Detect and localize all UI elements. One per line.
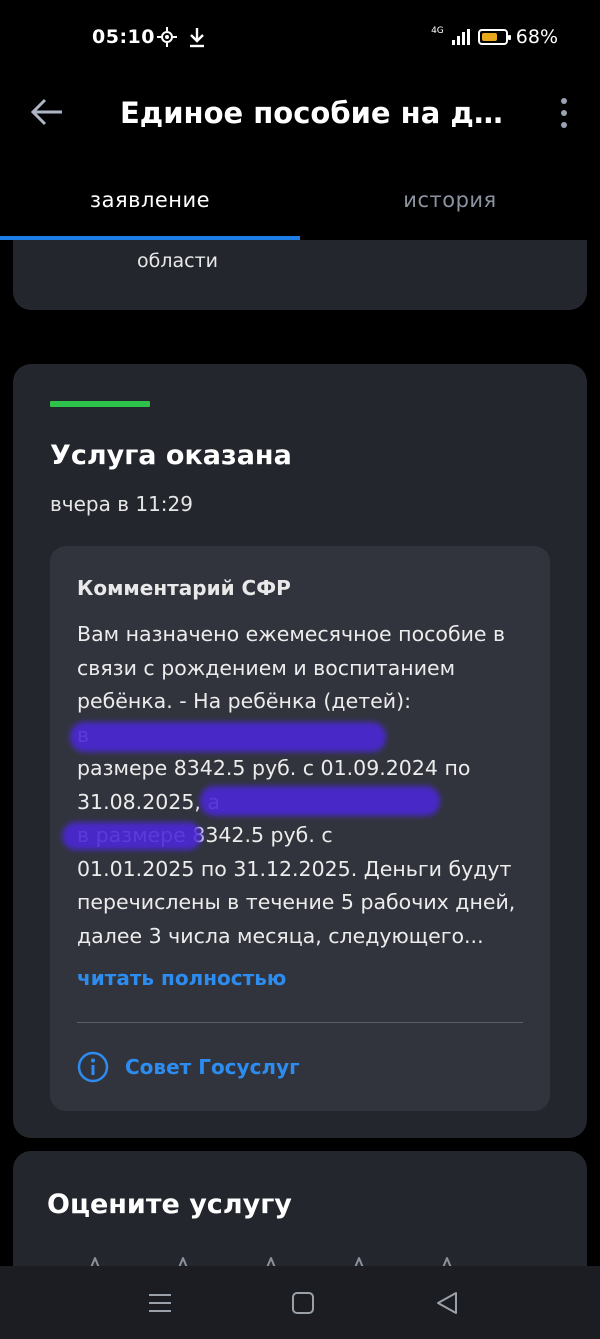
tab-bar: заявление история: [0, 170, 600, 240]
home-icon[interactable]: [290, 1290, 316, 1316]
battery-icon: [477, 29, 511, 45]
service-status: Услуга оказана: [50, 440, 292, 471]
status-time: 05:10: [92, 26, 155, 48]
more-options-button[interactable]: [552, 98, 576, 128]
status-bar: 05:10 4G 68%: [0, 0, 600, 78]
comment-title: Комментарий СФР: [77, 576, 291, 600]
network-type: 4G: [431, 25, 444, 36]
rating-title: Оцените услугу: [47, 1189, 292, 1220]
divider: [77, 1022, 523, 1023]
address-text: области: [137, 250, 218, 272]
settings-icon: [156, 26, 178, 53]
read-more-link[interactable]: читать полностью: [77, 966, 286, 990]
download-icon: [188, 26, 206, 53]
status-timestamp: вчера в 11:29: [50, 492, 193, 516]
signal-icon: [451, 29, 470, 45]
redaction-mark: [70, 722, 386, 752]
service-status-card: Услуга оказана вчера в 11:29 Комментарий…: [13, 364, 587, 1138]
tab-history[interactable]: история: [300, 188, 600, 212]
arrow-left-icon: [30, 98, 62, 126]
redaction-mark: [62, 822, 202, 850]
advice-link[interactable]: Совет Госуслуг: [125, 1055, 300, 1079]
battery-percent: 68%: [515, 26, 558, 48]
back-button[interactable]: [28, 92, 68, 132]
menu-icon[interactable]: [147, 1290, 173, 1316]
tab-application[interactable]: заявление: [0, 188, 300, 212]
page-title: Единое пособие на детей: [120, 96, 520, 130]
system-nav-bar: [0, 1266, 600, 1339]
comment-block: Комментарий СФР Вам назначено ежемесячно…: [50, 546, 550, 1111]
back-icon[interactable]: [434, 1290, 460, 1316]
redaction-mark: [200, 786, 440, 816]
app-bar: Единое пособие на детей: [0, 78, 600, 158]
status-indicator: [50, 401, 150, 407]
status-right: 4G 68%: [431, 26, 558, 48]
more-vertical-icon: [561, 98, 567, 104]
info-icon[interactable]: [77, 1051, 109, 1083]
tab-indicator: [0, 236, 300, 240]
